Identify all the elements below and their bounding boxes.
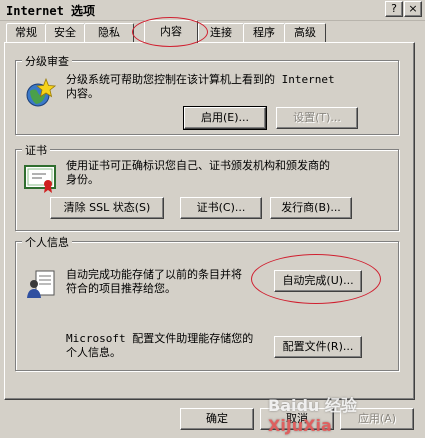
help-button[interactable]: ?: [385, 1, 403, 17]
tab-privacy[interactable]: 隐私: [84, 23, 134, 42]
watermark: Baidu 经验 XiJuXia: [268, 392, 425, 435]
certificates-title: 证书: [22, 142, 50, 158]
certificates-button[interactable]: 证书(C)...: [180, 197, 262, 219]
close-button[interactable]: ×: [404, 1, 422, 17]
settings-button[interactable]: 设置(T)...: [276, 107, 358, 129]
content-advisor-desc-line2: 内容。: [66, 87, 99, 100]
content-advisor-desc-line1: 分级系统可帮助您控制在该计算机上看到的 Internet: [66, 73, 335, 86]
tab-connections[interactable]: 连接: [198, 23, 244, 42]
ok-button[interactable]: 确定: [180, 408, 254, 430]
publishers-button[interactable]: 发行商(B)...: [270, 197, 352, 219]
title-bar: Internet 选项 ? ×: [0, 0, 425, 21]
autocomplete-button[interactable]: 自动完成(U)...: [274, 270, 362, 292]
tab-general[interactable]: 常规: [6, 23, 46, 42]
profile-desc-line2: 个人信息。: [66, 346, 121, 359]
personal-info-group: 个人信息 自动完成功能存储了以前的条目并将 符合的项目推荐给您。 自动完成(U)…: [15, 234, 399, 371]
tab-programs[interactable]: 程序: [243, 23, 285, 42]
profile-desc-line1: Microsoft 配置文件助理能存储您的: [66, 332, 254, 345]
tab-content[interactable]: 内容: [144, 20, 198, 43]
tab-security[interactable]: 安全: [45, 23, 85, 42]
personal-profile-icon: [27, 270, 55, 298]
profile-button[interactable]: 配置文件(R)...: [274, 336, 362, 358]
autocomplete-desc-line1: 自动完成功能存储了以前的条目并将: [66, 268, 242, 281]
content-advisor-group: 分级审查 分级系统可帮助您控制在该计算机上看到的 Internet 内容。 启用…: [15, 53, 399, 135]
clear-ssl-state-button[interactable]: 清除 SSL 状态(S): [50, 197, 164, 219]
enable-button[interactable]: 启用(E)...: [183, 106, 267, 130]
globe-star-icon: [26, 77, 56, 107]
content-advisor-title: 分级审查: [22, 53, 72, 69]
personal-info-title: 个人信息: [22, 234, 72, 250]
tab-advanced[interactable]: 高级: [284, 23, 326, 42]
certificates-group: 证书 使用证书可正确标识您自己、证书颁发机构和颁发商的 身份。 清除 SSL 状…: [15, 142, 399, 231]
certificate-icon: [24, 165, 56, 193]
watermark-left: Baidu 经验: [268, 396, 357, 415]
certificates-desc-line1: 使用证书可正确标识您自己、证书颁发机构和颁发商的: [66, 159, 330, 172]
window-title: Internet 选项: [6, 4, 96, 18]
certificates-desc-line2: 身份。: [66, 173, 99, 186]
autocomplete-desc-line2: 符合的项目推荐给您。: [66, 282, 176, 295]
watermark-right: XiJuXia: [268, 416, 332, 435]
content-tab-panel: 分级审查 分级系统可帮助您控制在该计算机上看到的 Internet 内容。 启用…: [4, 42, 415, 400]
